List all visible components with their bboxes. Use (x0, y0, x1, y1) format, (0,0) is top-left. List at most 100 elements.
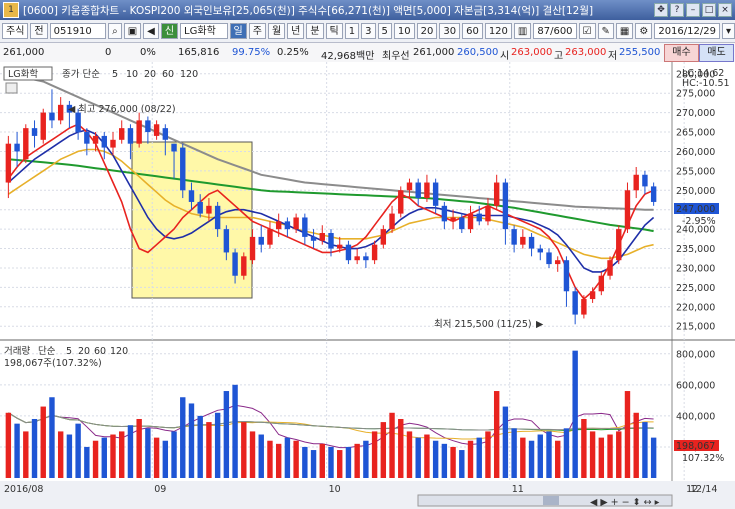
type-select[interactable]: 주식 (2, 23, 29, 39)
volume-bar (476, 437, 482, 478)
volume-bar (415, 437, 421, 478)
candle (267, 229, 273, 245)
sell-button[interactable]: 매도 (699, 44, 734, 62)
vol-legend-ma5: 5 (66, 346, 72, 357)
volume-bar (66, 434, 73, 478)
candle (337, 244, 343, 249)
price-tick-label: 270,000 (676, 108, 715, 119)
interval-30[interactable]: 30 (439, 23, 461, 39)
hc-readout: HC:-10.51 (682, 78, 730, 89)
question-icon[interactable]: ? (670, 3, 684, 17)
candle (572, 291, 578, 315)
interval-120[interactable]: 120 (484, 23, 512, 39)
page-counter[interactable]: 87/600 (533, 23, 577, 39)
volume-bar (607, 434, 613, 478)
candle (555, 260, 561, 265)
candle (180, 147, 186, 191)
price-tick-label: 230,000 (676, 263, 715, 274)
draw-icon[interactable]: ✎ (597, 23, 614, 39)
quote-volume: 165,816 (178, 47, 220, 58)
grid-toggle-icon[interactable] (5, 82, 18, 94)
sound-icon[interactable]: ◀ (143, 23, 159, 39)
legend-ma120: 120 (180, 69, 198, 80)
volume-tick-label: 800,000 (676, 349, 715, 360)
scroll-thumb[interactable] (543, 496, 559, 505)
volume-bar (258, 434, 264, 478)
checkbox-icon[interactable]: ☑ (578, 23, 596, 39)
maximize-icon[interactable]: □ (702, 3, 716, 17)
candle (398, 190, 404, 214)
volume-bar (528, 440, 535, 478)
price-tick-label: 255,000 (676, 166, 715, 177)
interval-20[interactable]: 20 (416, 23, 438, 39)
candle (119, 128, 125, 140)
low-arrow-icon: ▶ (536, 319, 544, 330)
x-tick-label: 2016/08 (4, 484, 43, 495)
high-arrow-icon: ◀ (68, 104, 76, 115)
quote-price: 261,000 (3, 47, 45, 58)
volume-bar (555, 440, 561, 478)
volume-bar (581, 418, 587, 478)
close-icon[interactable]: × (718, 3, 732, 17)
legend-ma5: 5 (112, 69, 118, 80)
legend-ma10: 10 (126, 69, 138, 80)
volume-bar (31, 418, 38, 478)
volume-bar (145, 428, 151, 478)
prefix-button[interactable]: 전 (30, 23, 48, 39)
interval-3[interactable]: 3 (361, 23, 376, 39)
volume-bar (502, 406, 509, 478)
volume-bar (598, 437, 605, 478)
candle (406, 182, 413, 191)
volume-bar (5, 412, 12, 478)
volume-bar (642, 422, 648, 478)
toolbar: 주식 전 051910 ⌕ ▣ ◀ 신 LG화학 일 주 월 년 분 틱 1 3… (0, 20, 735, 43)
interval-1[interactable]: 1 (344, 23, 360, 39)
pin-icon[interactable]: ✥ (654, 3, 668, 17)
volume-bar (275, 443, 282, 478)
period-day[interactable]: 일 (229, 23, 247, 39)
volume-bar (380, 422, 387, 478)
volume-bar (467, 440, 474, 478)
candle (467, 213, 474, 230)
volume-bar (101, 437, 107, 478)
gear-icon[interactable]: ⚙ (635, 23, 653, 39)
lock-icon[interactable]: ▣ (123, 23, 142, 39)
period-tick[interactable]: 틱 (325, 23, 343, 39)
candle (502, 182, 509, 230)
interval-5[interactable]: 5 (377, 23, 392, 39)
period-week[interactable]: 주 (248, 23, 266, 39)
interval-10[interactable]: 10 (393, 23, 415, 39)
chart-area[interactable]: 215,000220,000225,000230,000235,000240,0… (0, 62, 735, 509)
grid-icon[interactable]: ▦ (615, 23, 634, 39)
high-price: 263,000 (565, 47, 607, 58)
candle (581, 299, 587, 315)
volume-bar (267, 440, 273, 478)
period-month[interactable]: 월 (267, 23, 286, 39)
volume-bar (624, 391, 631, 478)
code-input[interactable]: 051910 (49, 23, 107, 39)
calendar-icon[interactable]: ▾ (721, 23, 735, 39)
nav-buttons-icon[interactable]: ◀ ▶ + − ⬍ ↔ ▸ (590, 497, 660, 508)
current-price-tag-text: 247,000 (676, 204, 715, 215)
volume-bar (84, 446, 90, 478)
interval-60[interactable]: 60 (462, 23, 483, 39)
candle (459, 217, 465, 230)
candle (441, 205, 448, 222)
volume-pct-tag: 107.32% (682, 453, 724, 464)
candle (214, 205, 221, 230)
date-field[interactable]: 2016/12/29 (654, 23, 720, 39)
minimize-icon[interactable]: – (686, 3, 700, 17)
candle (389, 213, 395, 230)
search-icon[interactable]: ⌕ (108, 23, 122, 39)
volume-bar (459, 450, 465, 478)
period-year[interactable]: 년 (287, 23, 305, 39)
quote-bar: 261,000 0 0% 165,816 99.75% 0.25% 42,968… (0, 43, 735, 63)
candle (284, 221, 291, 230)
volume-bar (223, 391, 230, 478)
candle (31, 128, 38, 136)
period-minute[interactable]: 분 (306, 23, 324, 39)
buy-button[interactable]: 매수 (664, 44, 699, 62)
candle (493, 182, 500, 206)
volume-bar (511, 428, 517, 478)
chart-icon[interactable]: ▥ (513, 23, 532, 39)
